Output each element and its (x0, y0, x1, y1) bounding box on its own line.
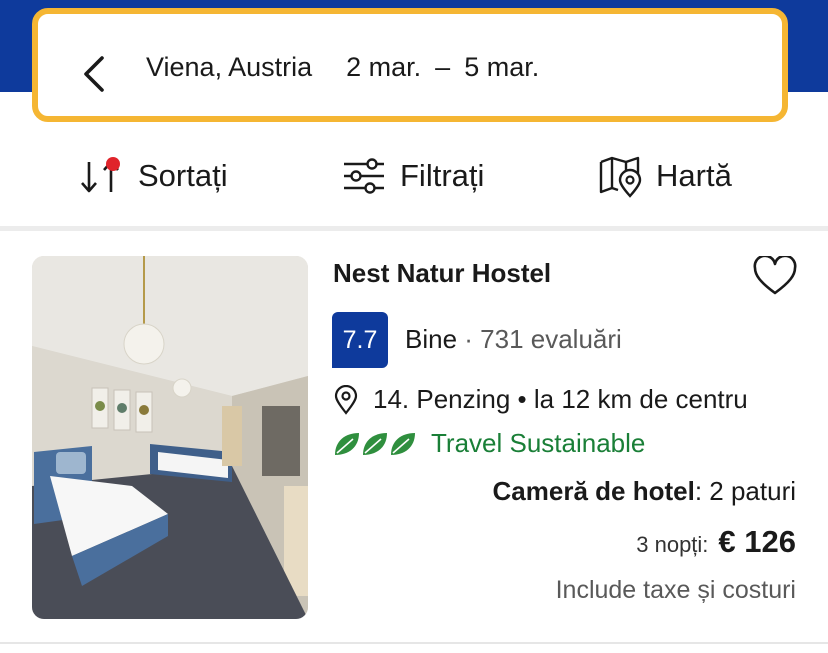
sustainability-label: Travel Sustainable (431, 428, 646, 458)
hotel-name[interactable]: Nest Natur Hostel (333, 258, 551, 289)
sliders-icon (344, 158, 384, 194)
filter-button[interactable]: Filtrați (342, 154, 484, 198)
location-line: 14. Penzing • la 12 km de centru (333, 384, 748, 415)
room-type: Cameră de hotel (492, 476, 695, 506)
date-separator: – (435, 52, 451, 82)
sort-button[interactable]: Sortați (78, 154, 228, 198)
section-divider (0, 226, 828, 231)
map-button[interactable]: Hartă (598, 154, 732, 198)
tax-note: Include taxe și costuri (555, 576, 796, 604)
sort-label: Sortați (138, 158, 228, 193)
search-location: Viena, Austria (146, 52, 313, 82)
hotel-photo[interactable] (32, 256, 308, 619)
leaf-icon (335, 432, 359, 455)
card-divider (0, 642, 828, 644)
map-label: Hartă (656, 158, 732, 193)
rating-word: Bine (405, 324, 458, 354)
search-date-start: 2 mar. (346, 52, 422, 82)
nights-label: 3 nopți: (636, 532, 709, 557)
results-toolbar: Sortați Filtrați Hartă (0, 140, 828, 220)
leaf-icon (363, 432, 387, 455)
search-date-end: 5 mar. (464, 52, 540, 82)
sustainability-line[interactable]: Travel Sustainable (333, 428, 645, 459)
review-score-badge: 7.7 (332, 312, 388, 368)
heart-icon[interactable] (752, 256, 798, 296)
review-count: · 731 evaluări (464, 324, 622, 354)
price-value: € 126 (718, 524, 796, 559)
search-summary-box[interactable]: Viena, Austria 2 mar. –5 mar. (32, 8, 788, 122)
leaf-icon (391, 432, 415, 455)
chevron-left-icon[interactable] (80, 54, 110, 94)
sort-icon (81, 157, 120, 193)
rating-summary: Bine · 731 evaluări (405, 324, 622, 355)
filter-label: Filtrați (400, 158, 485, 193)
location-pin-icon (334, 384, 358, 415)
price-line: 3 nopți: € 126 (636, 524, 796, 560)
location-text: 14. Penzing • la 12 km de centru (373, 384, 748, 414)
map-pin-icon (599, 156, 642, 198)
room-beds: : 2 paturi (694, 476, 796, 506)
room-info: Cameră de hotel: 2 paturi (493, 476, 796, 507)
hotel-room-image (32, 256, 308, 619)
leaf-icons (333, 431, 417, 457)
search-summary-text[interactable]: Viena, Austria 2 mar. –5 mar. (146, 52, 539, 83)
